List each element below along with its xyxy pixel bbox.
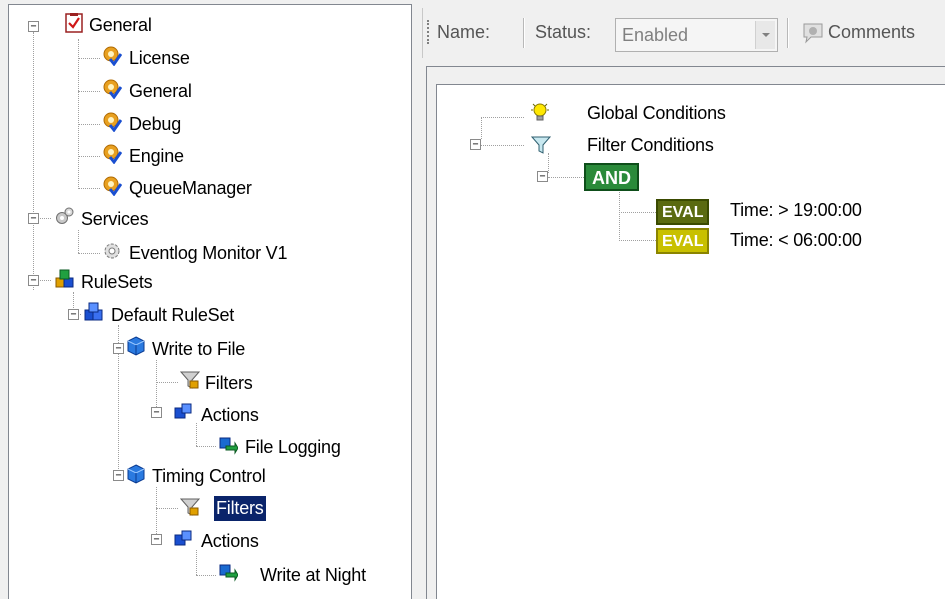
tree-item-filters-2[interactable]: Filters [214, 496, 266, 521]
status-dropdown[interactable]: Enabled [615, 18, 778, 52]
filter-conditions-expander[interactable]: − [470, 139, 481, 150]
toolbar-grip[interactable] [427, 20, 430, 44]
rule-cube-icon [127, 464, 145, 484]
tree-item-services[interactable]: Services [79, 207, 150, 232]
actions-1-expander[interactable]: − [151, 407, 162, 418]
tree-item-default-ruleset[interactable]: Default RuleSet [109, 303, 236, 328]
tree-item-timing-control[interactable]: Timing Control [150, 464, 268, 489]
funnel-icon [531, 136, 551, 154]
tree-item-general-settings[interactable]: General [127, 79, 194, 104]
configuration-tree[interactable]: − − − − − − − − General License General … [8, 4, 412, 599]
tree-item-license[interactable]: License [127, 46, 192, 71]
tree-item-engine[interactable]: Engine [127, 144, 186, 169]
condition-time-after[interactable]: Time: > 19:00:00 [730, 198, 862, 222]
rulesets-expander[interactable]: − [28, 275, 39, 286]
gear-check-icon [103, 112, 122, 132]
gear-check-icon [103, 176, 122, 196]
tree-item-rulesets[interactable]: RuleSets [79, 270, 154, 295]
funnel-icon [180, 371, 200, 389]
tree-item-general[interactable]: General [87, 13, 154, 38]
gear-check-icon [103, 79, 122, 99]
gear-check-icon [103, 46, 122, 66]
comments-icon[interactable] [801, 21, 825, 45]
timing-control-expander[interactable]: − [113, 470, 124, 481]
toolbar-separator [787, 18, 789, 48]
tree-item-file-logging[interactable]: File Logging [243, 435, 343, 460]
default-ruleset-expander[interactable]: − [68, 309, 79, 320]
eval-node-1[interactable]: EVAL [656, 199, 710, 225]
action-arrow-icon [219, 564, 238, 582]
status-label: Status: [535, 22, 592, 42]
tree-item-eventlog-monitor[interactable]: Eventlog Monitor V1 [127, 241, 289, 266]
properties-toolbar: Name: Status: Enabled Comments [422, 8, 945, 58]
condition-time-before[interactable]: Time: < 06:00:00 [730, 228, 862, 252]
global-conditions-node[interactable]: Global Conditions [587, 101, 726, 125]
filter-conditions-node[interactable]: Filter Conditions [587, 133, 714, 157]
tree-item-queuemanager[interactable]: QueueManager [127, 176, 254, 201]
general-expander[interactable]: − [28, 21, 39, 32]
actions-2-expander[interactable]: − [151, 534, 162, 545]
ruleset-icon [84, 302, 103, 321]
eval-node-2[interactable]: EVAL [656, 228, 710, 254]
chevron-down-icon[interactable] [755, 21, 775, 49]
tree-item-write-at-night[interactable]: Write at Night [258, 563, 368, 588]
actions-icon [174, 403, 192, 419]
services-expander[interactable]: − [28, 213, 39, 224]
gears-icon [56, 207, 74, 224]
actions-icon [174, 530, 192, 546]
toolbar-separator [523, 18, 525, 48]
tree-item-write-to-file[interactable]: Write to File [150, 337, 247, 362]
tree-item-debug[interactable]: Debug [127, 112, 183, 137]
gear-check-icon [103, 144, 122, 164]
rule-cube-icon [127, 336, 145, 356]
action-arrow-icon [219, 437, 238, 455]
status-dropdown-value: Enabled [622, 25, 689, 45]
write-to-file-expander[interactable]: − [113, 343, 124, 354]
conditions-tree[interactable]: − − Global Conditions Filter Conditions … [436, 84, 945, 599]
and-operator-node[interactable]: AND [584, 163, 639, 191]
tree-item-filters-1[interactable]: Filters [203, 371, 255, 396]
checklist-icon [65, 13, 83, 33]
rulesets-icon [55, 269, 74, 288]
funnel-icon [180, 498, 200, 516]
and-expander[interactable]: − [537, 171, 548, 182]
gear-icon [104, 243, 120, 259]
name-label: Name: [437, 22, 491, 42]
tree-item-actions-1[interactable]: Actions [199, 403, 261, 428]
lightbulb-icon [531, 103, 549, 121]
comments-button[interactable]: Comments [828, 20, 915, 44]
tree-item-actions-2[interactable]: Actions [199, 529, 261, 554]
